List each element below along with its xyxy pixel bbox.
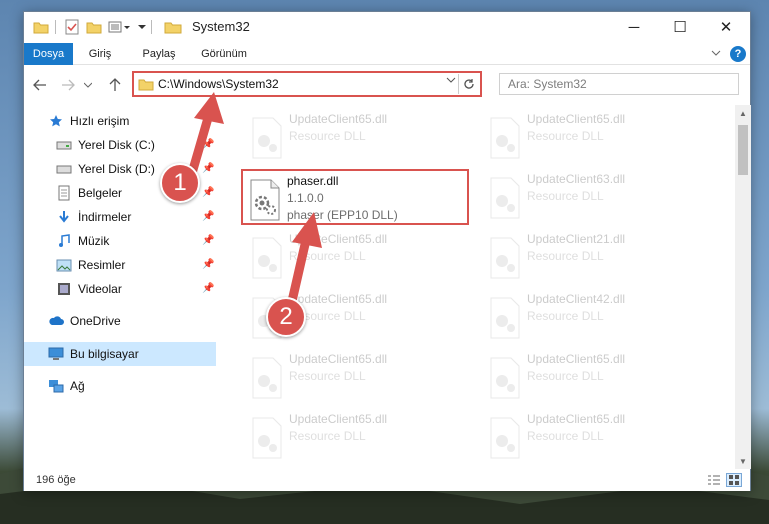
status-bar: 196 öğe xyxy=(24,469,750,491)
nav-this-pc[interactable]: Bu bilgisayar xyxy=(48,343,139,365)
nav-quick-access[interactable]: Hızlı erişim xyxy=(48,110,129,132)
details-view-icon[interactable] xyxy=(706,473,722,487)
dll-file-icon xyxy=(490,117,520,159)
dll-file-icon xyxy=(490,177,520,219)
file-version: 1.1.0.0 xyxy=(287,191,324,205)
pin-icon[interactable]: 📌 xyxy=(202,139,214,150)
pictures-icon xyxy=(56,257,72,273)
scroll-up-icon[interactable]: ▲ xyxy=(735,105,751,121)
file-tile[interactable]: UpdateClient65.dll Resource DLL xyxy=(245,409,465,465)
nav-item-pictures[interactable]: Resimler xyxy=(56,254,125,276)
vertical-scrollbar[interactable]: ▲ ▼ xyxy=(735,105,751,469)
star-icon xyxy=(48,113,64,129)
chevron-down-icon[interactable] xyxy=(137,18,147,36)
dll-file-icon xyxy=(252,357,282,399)
nav-item-music[interactable]: Müzik xyxy=(56,230,109,252)
dll-file-icon xyxy=(490,417,520,459)
scrollbar-thumb[interactable] xyxy=(738,125,748,175)
file-tile[interactable]: UpdateClient65.dll Resource DLL xyxy=(245,349,465,405)
nav-item-videos[interactable]: Videolar xyxy=(56,278,122,300)
recent-locations-icon[interactable] xyxy=(82,74,94,96)
chevron-down-icon[interactable] xyxy=(446,76,456,87)
scroll-down-icon[interactable]: ▼ xyxy=(735,453,751,469)
back-arrow-icon[interactable] xyxy=(29,74,51,96)
tab-share[interactable]: Paylaş xyxy=(137,43,181,65)
chevron-down-icon[interactable] xyxy=(709,46,723,60)
step-1-marker: 1 xyxy=(160,163,200,203)
nav-item-downloads[interactable]: İndirmeler xyxy=(56,206,131,228)
nav-item-drive-c[interactable]: Yerel Disk (C:) xyxy=(56,134,155,156)
forward-arrow-icon[interactable] xyxy=(57,74,79,96)
help-button[interactable]: ? xyxy=(730,46,746,62)
computer-icon xyxy=(48,346,64,362)
file-tile[interactable]: UpdateClient65.dll Resource DLL xyxy=(483,409,703,465)
file-name: phaser.dll xyxy=(287,174,339,188)
pin-icon[interactable]: 📌 xyxy=(202,235,214,246)
file-tile[interactable]: UpdateClient65.dll Resource DLL xyxy=(483,109,703,165)
refresh-icon[interactable] xyxy=(458,74,478,94)
video-icon xyxy=(56,281,72,297)
file-tile[interactable]: UpdateClient65.dll Resource DLL xyxy=(483,349,703,405)
close-button[interactable]: ✕ xyxy=(703,12,749,42)
music-icon xyxy=(56,233,72,249)
nav-network[interactable]: Ağ xyxy=(48,375,85,397)
file-tile[interactable]: UpdateClient21.dll Resource DLL xyxy=(483,229,703,285)
dll-file-icon xyxy=(252,417,282,459)
nav-item-drive-d[interactable]: Yerel Disk (D:) xyxy=(56,158,155,180)
pin-icon[interactable]: 📌 xyxy=(202,211,214,222)
tab-file[interactable]: Dosya xyxy=(24,43,73,65)
properties-icon[interactable] xyxy=(64,18,80,36)
customize-toolbar-icon[interactable] xyxy=(108,18,130,36)
dll-file-icon xyxy=(490,297,520,339)
maximize-button[interactable]: ☐ xyxy=(657,12,703,42)
download-icon xyxy=(56,209,72,225)
title-bar: System32 ─ ☐ ✕ xyxy=(24,12,750,42)
search-input[interactable]: Ara: System32 xyxy=(499,73,739,95)
navigation-pane: Hızlı erişim Yerel Disk (C:) 📌 Yerel Dis… xyxy=(24,105,217,465)
dll-file-icon xyxy=(252,117,282,159)
window-title: System32 xyxy=(192,19,250,34)
pin-icon[interactable]: 📌 xyxy=(202,187,214,198)
dll-file-icon xyxy=(250,179,280,221)
address-path[interactable]: C:\Windows\System32 xyxy=(158,77,279,91)
tab-home[interactable]: Giriş xyxy=(82,43,118,65)
minimize-button[interactable]: ─ xyxy=(611,12,657,42)
file-tile[interactable]: UpdateClient65.dll Resource DLL xyxy=(245,109,465,165)
file-list: UpdateClient65.dll Resource DLL UpdateCl… xyxy=(225,105,735,465)
pin-icon[interactable]: 📌 xyxy=(202,283,214,294)
address-folder-icon xyxy=(138,77,154,91)
file-tile[interactable]: UpdateClient65.dll Resource DLL xyxy=(245,229,465,285)
file-tile-phaser-dll[interactable]: phaser.dll 1.1.0.0 phaser (EPP10 DLL) xyxy=(241,169,469,225)
drive-icon xyxy=(56,161,72,177)
tab-view[interactable]: Görünüm xyxy=(196,43,252,65)
drive-icon xyxy=(56,137,72,153)
item-count: 196 öğe xyxy=(36,474,76,486)
network-icon xyxy=(48,378,64,394)
file-tile[interactable]: UpdateClient63.dll Resource DLL xyxy=(483,169,703,225)
cloud-icon xyxy=(48,313,64,329)
title-folder-icon xyxy=(164,18,182,36)
documents-icon xyxy=(56,185,72,201)
folder-icon xyxy=(33,18,49,36)
step-2-marker: 2 xyxy=(266,297,306,337)
new-folder-icon[interactable] xyxy=(86,18,102,36)
file-tile[interactable]: UpdateClient42.dll Resource DLL xyxy=(483,289,703,345)
dll-file-icon xyxy=(490,237,520,279)
file-description: phaser (EPP10 DLL) xyxy=(287,208,398,222)
dll-file-icon xyxy=(490,357,520,399)
nav-onedrive[interactable]: OneDrive xyxy=(48,310,121,332)
nav-item-documents[interactable]: Belgeler xyxy=(56,182,122,204)
explorer-window: System32 ─ ☐ ✕ Dosya Giriş Paylaş Görünü… xyxy=(23,11,751,491)
ribbon-tabs: Dosya Giriş Paylaş Görünüm ? xyxy=(24,43,750,65)
large-icons-view-icon[interactable] xyxy=(726,473,742,487)
pin-icon[interactable]: 📌 xyxy=(202,259,214,270)
up-arrow-icon[interactable] xyxy=(104,74,126,96)
pin-icon[interactable]: 📌 xyxy=(202,163,214,174)
address-row: C:\Windows\System32 Ara: System32 xyxy=(24,70,750,100)
dll-file-icon xyxy=(252,237,282,279)
address-bar[interactable]: C:\Windows\System32 xyxy=(132,71,482,97)
